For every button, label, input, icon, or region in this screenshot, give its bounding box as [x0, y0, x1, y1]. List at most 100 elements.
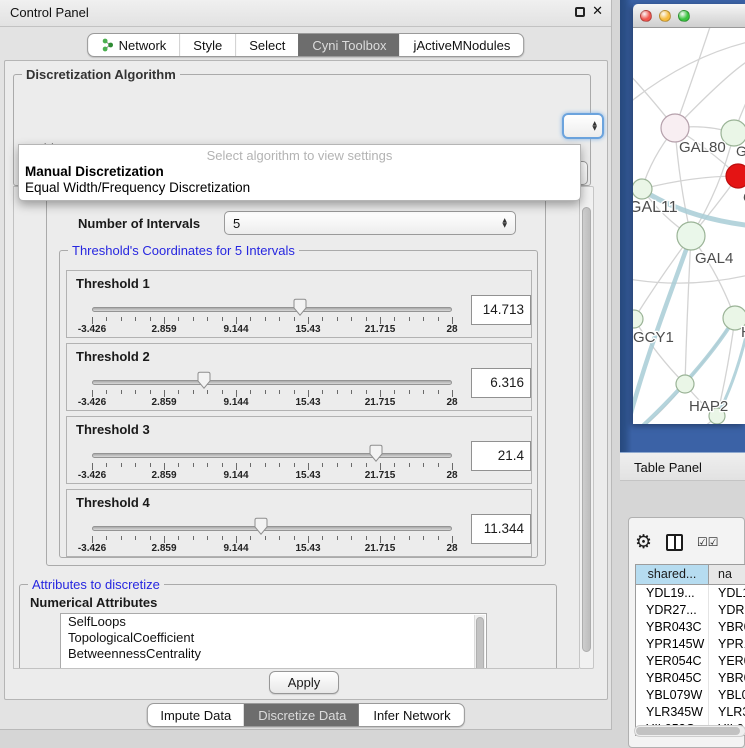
gear-icon[interactable]: ⚙ — [635, 532, 652, 552]
tab-jactivemnodules[interactable]: jActiveMNodules — [400, 34, 524, 56]
cell-shared-name[interactable]: YER054C — [636, 653, 709, 670]
threshold-slider[interactable]: -3.4262.8599.14415.4321.71528 — [92, 514, 452, 554]
scale-label: 9.144 — [223, 470, 248, 481]
network-node[interactable] — [633, 310, 643, 328]
cell-shared-name[interactable]: YBR045C — [636, 670, 709, 687]
cell-shared-name[interactable]: YPR145W — [636, 636, 709, 653]
table-row[interactable]: YBL079WYBL0 — [636, 687, 745, 704]
tab-style[interactable]: Style — [179, 34, 235, 56]
network-node[interactable] — [677, 222, 705, 250]
float-window-icon[interactable] — [575, 7, 585, 17]
network-edge[interactable] — [685, 236, 691, 384]
network-edge[interactable] — [675, 28, 713, 128]
scale-label: 28 — [446, 324, 457, 335]
tab-discretize-data[interactable]: Discretize Data — [244, 704, 359, 726]
network-edge[interactable] — [642, 176, 738, 189]
apply-button[interactable]: Apply — [269, 671, 339, 694]
network-canvas[interactable]: GAL80GACGAL11GAL4GCY1HHAP2 — [633, 28, 745, 424]
attribute-item[interactable]: SelfLoops — [61, 614, 486, 630]
slider-thumb[interactable] — [368, 444, 384, 463]
thresholds-group-title: Threshold's Coordinates for 5 Intervals — [68, 243, 299, 258]
attributes-group: Attributes to discretize Numerical Attri… — [19, 584, 557, 669]
number-of-intervals-combobox[interactable]: 5 ▲▼ — [224, 211, 516, 235]
slider-thumb[interactable] — [253, 517, 269, 536]
close-traffic-light[interactable] — [640, 10, 652, 22]
network-node[interactable] — [726, 164, 745, 188]
cell-name[interactable]: YBL0 — [709, 687, 745, 704]
threshold-panel-4: Threshold 4-3.4262.8599.14415.4321.71528… — [66, 489, 532, 557]
close-icon[interactable]: ✕ — [592, 6, 603, 18]
table-row[interactable]: YER054CYER0 — [636, 653, 745, 670]
threshold-slider[interactable]: -3.4262.8599.14415.4321.71528 — [92, 441, 452, 481]
scale-label: 15.43 — [295, 470, 320, 481]
settings-vertical-scrollbar[interactable] — [579, 186, 594, 669]
cell-name[interactable]: YLR3 — [709, 704, 745, 721]
slider-thumb[interactable] — [196, 371, 212, 390]
threshold-value-field[interactable]: 6.316 — [471, 368, 531, 398]
table-row[interactable]: YDR27...YDR2 — [636, 602, 745, 619]
threshold-value-field[interactable]: 14.713 — [471, 295, 531, 325]
cell-shared-name[interactable]: YBR043C — [636, 619, 709, 636]
cell-shared-name[interactable]: YLR345W — [636, 704, 709, 721]
scale-label: 15.43 — [295, 543, 320, 554]
column-header-name[interactable]: na — [709, 565, 745, 584]
attribute-item[interactable]: TopologicalCoefficient — [61, 630, 486, 646]
scale-label: 21.715 — [365, 543, 396, 554]
cell-shared-name[interactable]: YBL079W — [636, 687, 709, 704]
table-row[interactable]: YLR345WYLR3 — [636, 704, 745, 721]
threshold-slider[interactable]: -3.4262.8599.14415.4321.71528 — [92, 368, 452, 408]
cell-name[interactable]: YDL1 — [709, 585, 745, 602]
tab-select[interactable]: Select — [235, 34, 298, 56]
attribute-item[interactable]: BetweennessCentrality — [61, 646, 486, 662]
network-edge[interactable] — [675, 58, 745, 128]
dropdown-option-manual[interactable]: Manual Discretization — [19, 164, 580, 180]
cell-name[interactable]: YBR0 — [709, 670, 745, 687]
cell-name[interactable]: YER0 — [709, 653, 745, 670]
scale-label: 9.144 — [223, 397, 248, 408]
checkbox-columns-icon[interactable]: ☑☑ — [697, 535, 719, 549]
threshold-value-field[interactable]: 11.344 — [471, 514, 531, 544]
dropdown-prompt-item[interactable]: Select algorithm to view settings — [19, 148, 580, 164]
node-label: GA — [736, 143, 745, 159]
tab-network[interactable]: Network — [88, 34, 180, 56]
split-view-icon[interactable] — [666, 534, 683, 551]
threshold-value-field[interactable]: 21.4 — [471, 441, 531, 471]
scrollbar-thumb[interactable] — [582, 207, 591, 652]
algorithm-combobox[interactable]: ▲▼ — [562, 113, 604, 139]
tab-cyni-toolbox[interactable]: Cyni Toolbox — [298, 34, 399, 56]
cell-name[interactable]: YDR2 — [709, 602, 745, 619]
network-node[interactable] — [633, 179, 652, 199]
table-row[interactable]: YPR145WYPR1 — [636, 636, 745, 653]
table-row[interactable]: YBR045CYBR0 — [636, 670, 745, 687]
cell-name[interactable]: YPR1 — [709, 636, 745, 653]
zoom-traffic-light[interactable] — [678, 10, 690, 22]
column-header-shared-name[interactable]: shared... — [636, 565, 709, 584]
bottom-tab-bar: Impute DataDiscretize DataInfer Network — [146, 703, 464, 727]
slider-thumb[interactable] — [292, 298, 308, 317]
dropdown-option-equal-width[interactable]: Equal Width/Frequency Discretization — [19, 180, 580, 196]
minimize-traffic-light[interactable] — [659, 10, 671, 22]
cell-shared-name[interactable]: YDL19... — [636, 585, 709, 602]
scale-label: 28 — [446, 470, 457, 481]
cell-name[interactable]: YBR0 — [709, 619, 745, 636]
scrollbar-thumb[interactable] — [636, 727, 740, 735]
threshold-label: Threshold 1 — [76, 276, 150, 291]
cell-shared-name[interactable]: YDR27... — [636, 602, 709, 619]
scale-label: -3.426 — [78, 543, 106, 554]
network-node[interactable] — [676, 375, 694, 393]
threshold-panel-1: Threshold 1 -3.4262.8599.14415.4321.71528… — [66, 270, 532, 338]
threshold-slider[interactable]: -3.4262.8599.14415.4321.71528 — [92, 295, 452, 335]
numerical-attributes-list[interactable]: SelfLoopsTopologicalCoefficientBetweenne… — [60, 613, 487, 669]
network-edge[interactable] — [634, 236, 691, 319]
attributes-list-scrollbar[interactable] — [474, 615, 485, 669]
scale-label: 9.144 — [223, 543, 248, 554]
scale-label: 15.43 — [295, 397, 320, 408]
table-horizontal-scrollbar[interactable] — [634, 725, 745, 737]
table-row[interactable]: YBR043CYBR0 — [636, 619, 745, 636]
table-row[interactable]: YDL19...YDL1 — [636, 585, 745, 602]
tab-impute-data[interactable]: Impute Data — [147, 704, 244, 726]
tab-infer-network[interactable]: Infer Network — [359, 704, 463, 726]
scale-label: 21.715 — [365, 470, 396, 481]
network-node[interactable] — [661, 114, 689, 142]
scale-label: 28 — [446, 397, 457, 408]
